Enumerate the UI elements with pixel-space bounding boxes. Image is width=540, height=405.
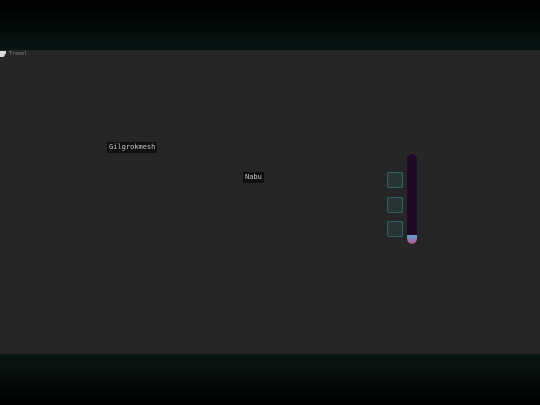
npc-label-gilgrokmesh[interactable]: Gilgrokmesh	[107, 142, 158, 153]
npc-label-nabu[interactable]: Nabu	[243, 172, 264, 183]
inventory-slot-2[interactable]	[387, 197, 403, 213]
broken-image-icon	[0, 51, 6, 57]
game-screen: Travel Gilgrokmesh Nabu	[0, 0, 540, 405]
broken-image-alt: Travel	[9, 51, 28, 57]
letterbox-top	[0, 0, 540, 50]
vitality-gauge-fill	[407, 235, 417, 244]
vitality-gauge	[407, 154, 417, 244]
inventory-slot-1[interactable]	[387, 172, 403, 188]
letterbox-bottom	[0, 354, 540, 405]
game-viewport[interactable]: Travel Gilgrokmesh Nabu	[0, 50, 540, 354]
inventory-slot-3[interactable]	[387, 221, 403, 237]
broken-image: Travel	[0, 50, 27, 58]
